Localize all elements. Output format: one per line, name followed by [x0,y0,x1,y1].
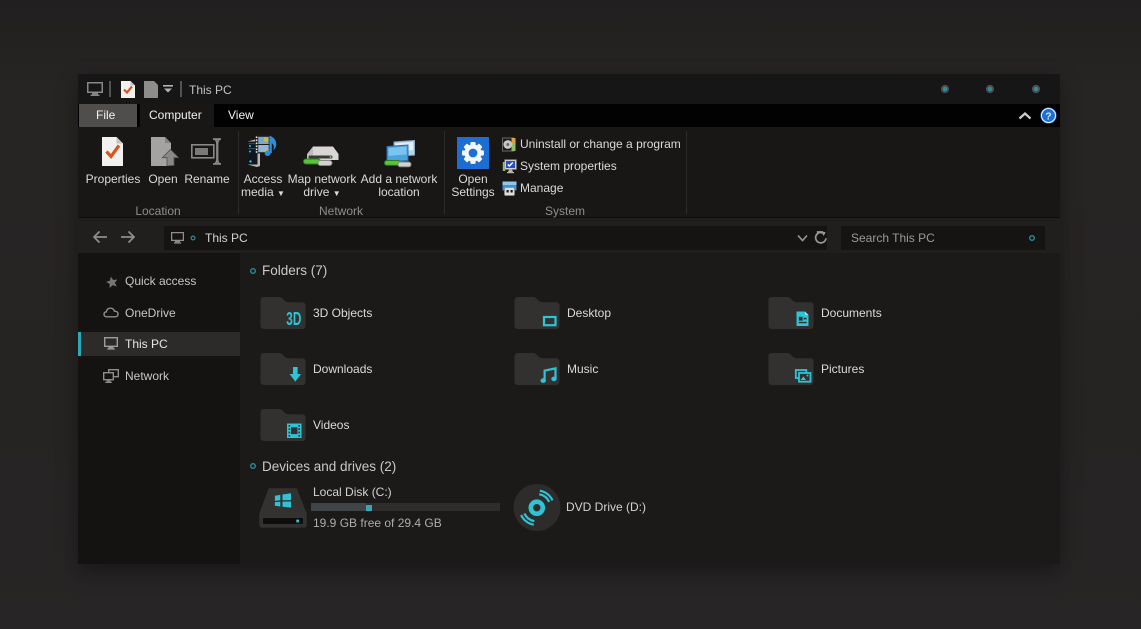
svg-text:3D: 3D [286,309,301,329]
svg-text:?: ? [1045,110,1051,122]
